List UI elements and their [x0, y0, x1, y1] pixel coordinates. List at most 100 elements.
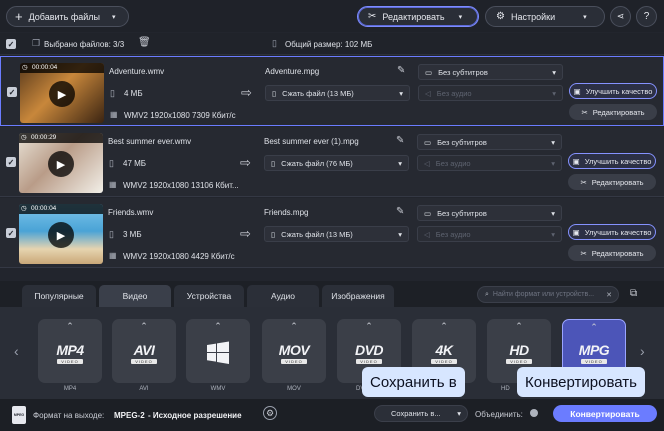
tab-images[interactable]: Изображения [322, 285, 394, 307]
file-row[interactable]: ✓ ◷ 00:00:04 ▶ Friends.wmv ▯ 3 МБ ▦ WMV2 … [0, 198, 664, 268]
save-to-button[interactable]: Сохранить в... ▾ [374, 405, 468, 422]
selected-count: Выбрано файлов: 3/3 [44, 40, 125, 49]
edit-file-button[interactable]: ✂ Редактировать [568, 245, 656, 261]
top-toolbar: + Добавить файлы ▾ ✂ Редактировать ▾ ⚙ Н… [0, 0, 664, 32]
convert-arrow-icon: ⇨ [240, 226, 251, 241]
tab-audio[interactable]: Аудио [247, 285, 319, 307]
caret-up-icon: ⌃ [590, 322, 598, 332]
search-icon: ⌕ [485, 290, 489, 298]
format-label: MOV [287, 386, 301, 392]
enhance-icon: ▣ [573, 86, 581, 96]
audio-select[interactable]: ◁ Без аудио ▾ [417, 226, 562, 242]
output-filename: Adventure.mpg [265, 67, 320, 76]
share-button[interactable]: ⋖ [610, 6, 631, 27]
format-tile-mp4[interactable]: ⌃ MP4 VIDEO [38, 319, 102, 383]
subtitles-icon: ▭ [425, 67, 433, 77]
file-checkbox[interactable]: ✓ [7, 87, 17, 97]
format-tile-mov[interactable]: ⌃ MOV VIDEO [262, 319, 326, 383]
pencil-icon[interactable]: ✎ [396, 206, 404, 217]
source-filename: Friends.wmv [108, 208, 154, 217]
windows-logo-icon [207, 341, 229, 364]
chevron-down-icon: ▾ [551, 158, 555, 168]
subtitles-icon: ▭ [424, 208, 432, 218]
source-meta: WMV2 1920x1080 13106 Кбит... [123, 181, 239, 190]
trash-icon[interactable]: 🗑 [138, 37, 151, 48]
play-icon[interactable]: ▶ [48, 222, 74, 248]
play-icon[interactable]: ▶ [48, 151, 74, 177]
video-thumbnail[interactable]: ◷ 00:00:04 ▶ [20, 63, 104, 123]
plus-icon: + [15, 9, 23, 24]
tab-devices[interactable]: Устройства [174, 285, 244, 307]
subtitles-select[interactable]: ▭ Без субтитров ▾ [417, 205, 562, 221]
chevron-down-icon: ▾ [398, 229, 402, 239]
source-filename: Best summer ever.wmv [108, 137, 192, 146]
format-label: AVI [139, 386, 149, 392]
bottom-bar: MPEG Формат на выходе: MPEG-2 - Исходное… [0, 399, 664, 431]
clock-icon: ◷ [21, 134, 27, 141]
compress-select[interactable]: ▯ Сжать файл (76 МБ) ▾ [264, 155, 409, 171]
audio-select[interactable]: ◁ Без аудио ▾ [418, 85, 563, 101]
chevron-down-icon: ▾ [551, 208, 555, 218]
film-icon: ▦ [109, 180, 117, 189]
file-checkbox[interactable]: ✓ [6, 228, 16, 238]
play-icon[interactable]: ▶ [49, 81, 75, 107]
pencil-icon[interactable]: ✎ [396, 135, 404, 146]
file-icon: ▯ [109, 229, 114, 239]
output-filename: Friends.mpg [264, 208, 309, 217]
format-label: WMV [210, 386, 226, 392]
enhance-quality-button[interactable]: ▣ Улучшить качество [569, 83, 657, 99]
caret-up-icon: ⌃ [290, 321, 298, 331]
audio-select[interactable]: ◁ Без аудио ▾ [417, 155, 562, 171]
gear-icon: ⚙ [496, 11, 505, 22]
tools-icon: ✂ [580, 177, 587, 187]
compress-select[interactable]: ▯ Сжать файл (13 МБ) ▾ [264, 226, 409, 242]
pencil-icon[interactable]: ✎ [397, 65, 405, 76]
add-files-button[interactable]: + Добавить файлы ▾ [6, 6, 129, 27]
caret-up-icon: ⌃ [365, 321, 373, 331]
caret-up-icon: ⌃ [440, 321, 448, 331]
file-row[interactable]: ✓ ◷ 00:00:04 ▶ Adventure.wmv ▯ 4 МБ ▦ WMV… [0, 56, 664, 126]
merge-toggle[interactable] [530, 409, 538, 417]
help-button[interactable]: ? [636, 6, 657, 27]
question-icon: ? [643, 11, 650, 22]
settings-button[interactable]: ⚙ Настройки ▾ [485, 6, 605, 27]
subtitles-select[interactable]: ▭ Без субтитров ▾ [417, 134, 562, 150]
file-icon: ▯ [272, 88, 277, 98]
output-format-value: MPEG-2 [114, 411, 145, 420]
format-tile-avi[interactable]: ⌃ AVI VIDEO [112, 319, 176, 383]
arrow-left-icon[interactable]: ‹ [14, 343, 19, 359]
video-thumbnail[interactable]: ◷ 00:00:29 ▶ [19, 133, 103, 193]
file-row[interactable]: ✓ ◷ 00:00:29 ▶ Best summer ever.wmv ▯ 47 … [0, 127, 664, 197]
speaker-icon: ◁ [424, 158, 430, 168]
speaker-icon: ◁ [424, 229, 430, 239]
edit-file-button[interactable]: ✂ Редактировать [568, 174, 656, 190]
file-icon: ▯ [271, 158, 276, 168]
chevron-down-icon: ▾ [583, 13, 587, 21]
format-tabs: Популярные Видео Устройства Аудио Изобра… [0, 281, 664, 307]
enhance-quality-button[interactable]: ▣ Улучшить качество [568, 153, 656, 169]
source-size: 3 МБ [123, 230, 142, 239]
gear-icon[interactable]: ⚙ [263, 406, 277, 420]
files-icon: ❐ [32, 38, 41, 48]
format-label: MP4 [63, 386, 77, 392]
arrow-right-icon[interactable]: › [640, 343, 645, 359]
format-tile-wmv[interactable]: ⌃ [186, 319, 250, 383]
edit-button[interactable]: ✂ Редактировать ▾ [357, 6, 479, 27]
output-format-label: Формат на выходе: [33, 411, 105, 420]
edit-file-button[interactable]: ✂ Редактировать [569, 104, 657, 120]
enhance-quality-button[interactable]: ▣ Улучшить качество [568, 224, 656, 240]
clear-icon[interactable]: ✕ [606, 291, 612, 299]
chevron-down-icon: ▾ [457, 409, 461, 418]
format-search-input[interactable]: ⌕ Найти формат или устройств... ✕ [477, 286, 619, 303]
convert-button[interactable]: Конвертировать [553, 405, 657, 422]
select-all-checkbox[interactable]: ✓ [6, 39, 16, 49]
video-thumbnail[interactable]: ◷ 00:00:04 ▶ [19, 204, 103, 264]
format-panel-icon[interactable]: ⧉ [630, 288, 637, 299]
tab-popular[interactable]: Популярные [22, 285, 96, 307]
compress-select[interactable]: ▯ Сжать файл (13 МБ) ▾ [265, 85, 410, 101]
tab-video[interactable]: Видео [99, 285, 171, 307]
subtitles-select[interactable]: ▭ Без субтитров ▾ [418, 64, 563, 80]
file-checkbox[interactable]: ✓ [6, 157, 16, 167]
source-meta: WMV2 1920x1080 7309 Кбит/с [124, 111, 236, 120]
chevron-down-icon: ▾ [552, 67, 556, 77]
